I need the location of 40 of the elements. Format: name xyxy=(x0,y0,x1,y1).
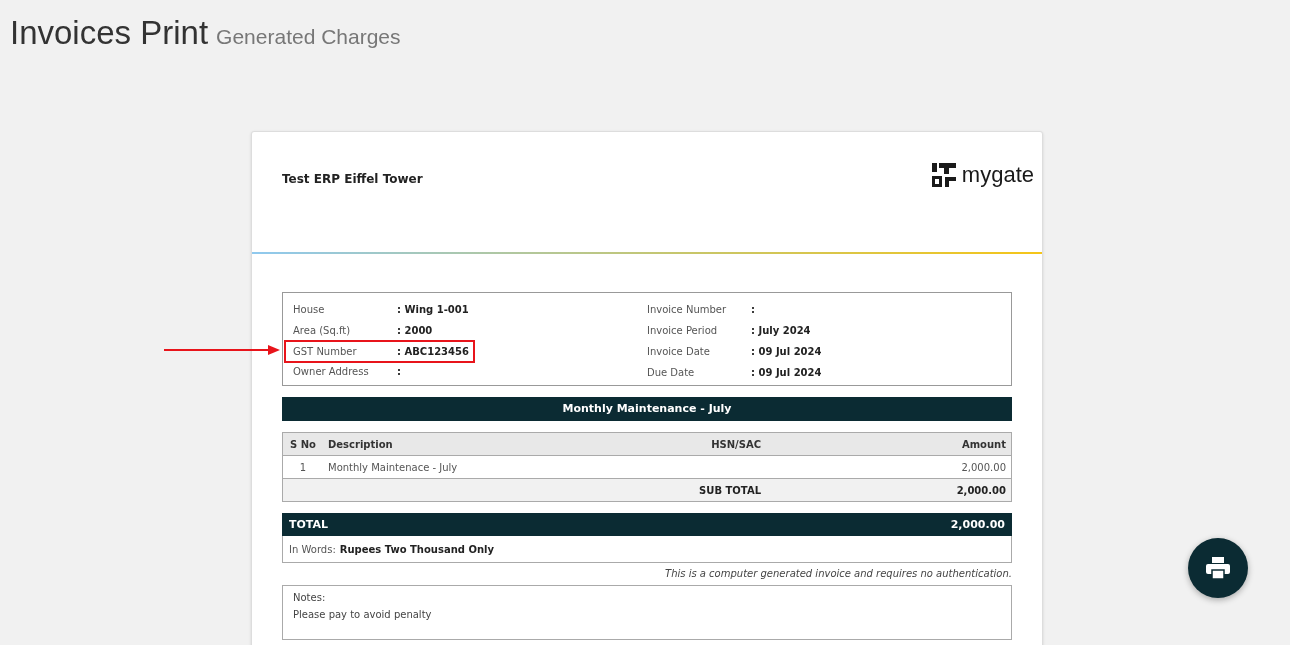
field-value: : 09 Jul 2024 xyxy=(751,346,822,357)
page-subtitle: Generated Charges xyxy=(216,25,401,48)
total-amount: 2,000.00 xyxy=(950,518,1005,531)
column-header: HSN/SAC xyxy=(646,432,891,456)
field-value: : ABC123456 xyxy=(397,346,469,357)
subtotal-amount: 2,000.00 xyxy=(956,484,1006,496)
logo-text: mygate xyxy=(961,162,1034,188)
logo-icon xyxy=(931,163,956,187)
field-label: Area (Sq.ft) xyxy=(293,325,352,336)
section-title: Monthly Maintenance - July xyxy=(282,397,1012,421)
table-cell: Monthly Maintenace - July xyxy=(328,461,458,473)
column-header: S No xyxy=(282,432,323,456)
field-value: : 2000 xyxy=(397,325,433,336)
words-label: In Words: xyxy=(289,543,336,555)
field-label: Invoice Period xyxy=(647,325,719,336)
amount-in-words: Rupees Two Thousand Only xyxy=(339,543,494,555)
field-value: : 09 Jul 2024 xyxy=(751,367,822,378)
field-label: Owner Address xyxy=(293,366,370,377)
field-label: GST Number xyxy=(293,346,358,357)
field-value: : Wing 1-001 xyxy=(397,304,469,315)
notes-label: Notes: xyxy=(293,592,327,605)
field-label: Invoice Number xyxy=(647,304,728,315)
notes-text: Please pay to avoid penalty xyxy=(293,609,433,622)
society-name: Test ERP Eiffel Tower xyxy=(282,172,423,186)
print-button[interactable] xyxy=(1188,538,1248,598)
total-label: TOTAL xyxy=(289,518,329,531)
table-cell: 2,000.00 xyxy=(961,461,1006,473)
field-value: : July 2024 xyxy=(751,325,811,336)
field-label: Due Date xyxy=(647,367,696,378)
page-title: Invoices Print xyxy=(10,14,209,51)
field-label: Invoice Date xyxy=(647,346,711,357)
disclaimer-text: This is a computer generated invoice and requires no authentication. xyxy=(664,567,1012,581)
field-value: : xyxy=(397,366,401,377)
field-label: House xyxy=(293,304,326,315)
column-header: Description xyxy=(323,432,646,456)
table-cell: 1 xyxy=(299,461,307,473)
subtotal-label: SUB TOTAL xyxy=(699,484,761,496)
field-value: : xyxy=(751,304,755,315)
printer-icon xyxy=(1206,557,1230,579)
column-header: Amount xyxy=(891,432,1012,456)
